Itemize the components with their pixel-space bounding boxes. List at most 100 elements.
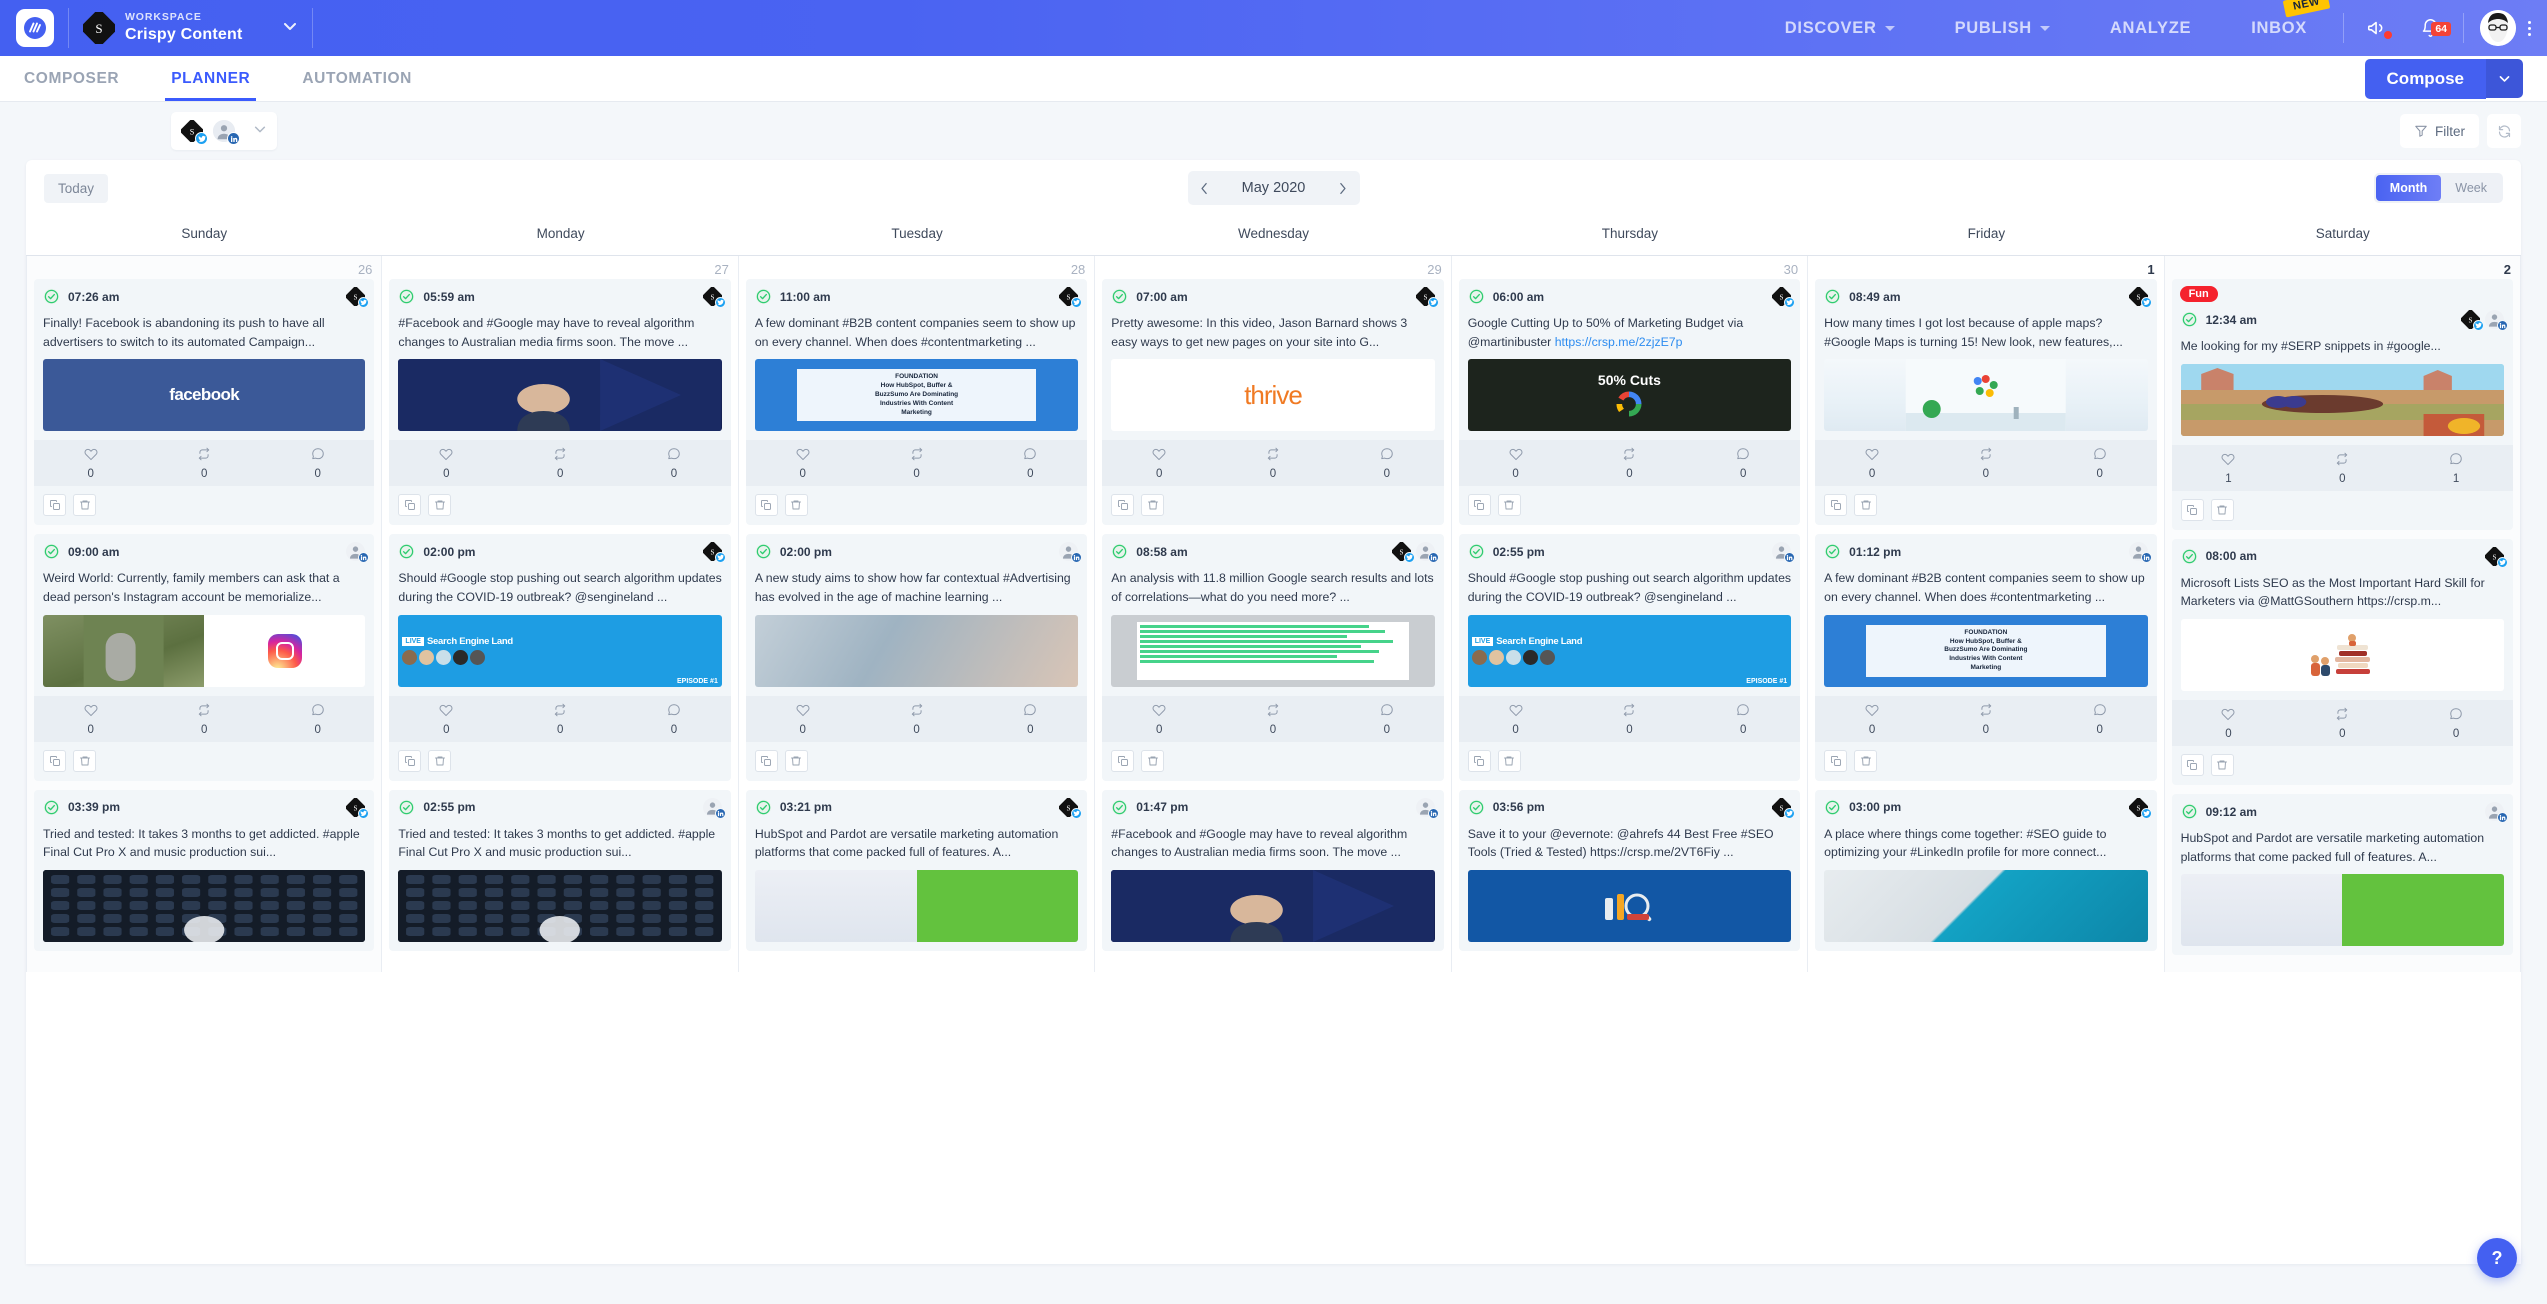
next-month-button[interactable] bbox=[1326, 171, 1360, 205]
compose-button[interactable]: Compose bbox=[2364, 58, 2486, 99]
duplicate-post-button[interactable] bbox=[754, 494, 778, 517]
post-card[interactable]: 07:26 am S Finally! Facebook is abandoning… bbox=[34, 279, 375, 526]
workspace-info: WORKSPACE Crispy Content bbox=[125, 12, 242, 43]
post-card[interactable]: 09:12 am HubSpot and Pardot are versatile… bbox=[2171, 794, 2513, 956]
nav-item-inbox[interactable]: INBOX NEW bbox=[2221, 0, 2337, 56]
duplicate-post-button[interactable] bbox=[1467, 494, 1491, 517]
view-week-button[interactable]: Week bbox=[2441, 175, 2501, 201]
duplicate-post-button[interactable] bbox=[1111, 749, 1135, 772]
duplicate-post-button[interactable] bbox=[1824, 749, 1848, 772]
delete-post-button[interactable] bbox=[2210, 498, 2234, 521]
calendar-day-friday[interactable]: 1 08:49 am S How many times I got lost beca… bbox=[1808, 256, 2165, 973]
post-card[interactable]: 08:00 am S Microsoft Lists SEO as the Most… bbox=[2171, 538, 2513, 786]
post-card[interactable]: 03:56 pm S Save it to your @evernote: @ahr… bbox=[1458, 789, 1801, 952]
delete-post-button[interactable] bbox=[428, 494, 452, 517]
post-card[interactable]: 08:58 am S An analysis with 11.8 million G… bbox=[1102, 534, 1444, 781]
delete-post-button[interactable] bbox=[73, 749, 96, 772]
previous-month-button[interactable] bbox=[1188, 171, 1222, 205]
tab-planner[interactable]: PLANNER bbox=[165, 56, 257, 101]
delete-post-button[interactable] bbox=[784, 749, 808, 772]
account-avatar-twitter: S bbox=[1391, 541, 1415, 564]
delete-post-button[interactable] bbox=[73, 494, 96, 517]
post-card[interactable]: 02:55 pm Should #Google stop pushing out … bbox=[1458, 534, 1801, 781]
delete-post-button[interactable] bbox=[1854, 749, 1878, 772]
retweets-count: 0 bbox=[556, 468, 564, 481]
post-card[interactable]: 06:00 am S Google Cutting Up to 50% of Mar… bbox=[1458, 279, 1801, 526]
duplicate-post-button[interactable] bbox=[754, 749, 778, 772]
post-card[interactable]: 01:12 pm A few dominant #B2B content comp… bbox=[1815, 534, 2157, 781]
svg-text:S: S bbox=[1399, 549, 1403, 557]
tab-composer[interactable]: COMPOSER bbox=[24, 56, 119, 101]
post-text: HubSpot and Pardot are versatile marketi… bbox=[2180, 831, 2485, 864]
calendar-day-thursday[interactable]: 30 06:00 am S Google Cutting Up to 50% of M… bbox=[1452, 256, 1809, 973]
account-selector[interactable]: S bbox=[171, 112, 277, 150]
stat-likes: 0 bbox=[389, 447, 503, 480]
calendar-day-saturday[interactable]: 2 Fun 12:34 am S Me looking for my #SERP sni… bbox=[2164, 256, 2521, 973]
delete-post-button[interactable] bbox=[1497, 494, 1521, 517]
delete-post-button[interactable] bbox=[1141, 494, 1165, 517]
post-card[interactable]: 01:47 pm #Facebook and #Google may have t… bbox=[1102, 789, 1444, 952]
help-button[interactable]: ? bbox=[2477, 1238, 2517, 1278]
post-card[interactable]: 02:55 pm Tried and tested: It takes 3 mon… bbox=[389, 789, 731, 952]
duplicate-post-button[interactable] bbox=[1824, 494, 1848, 517]
view-month-button[interactable]: Month bbox=[2375, 175, 2442, 201]
duplicate-post-button[interactable] bbox=[1467, 749, 1491, 772]
announcements-button[interactable] bbox=[2350, 17, 2404, 39]
post-card[interactable]: 02:00 pm S Should #Google stop pushing out… bbox=[389, 534, 731, 781]
post-card-header: 03:39 pm S bbox=[34, 790, 374, 823]
filter-button[interactable]: Filter bbox=[2400, 114, 2479, 148]
post-link[interactable]: https://crsp.me/2zjzE7p bbox=[1555, 335, 1683, 349]
post-card[interactable]: 07:00 am S Pretty awesome: In this video, … bbox=[1102, 279, 1444, 526]
post-card[interactable]: 08:49 am S How many times I got lost becau… bbox=[1815, 279, 2157, 526]
post-actions bbox=[2172, 746, 2513, 785]
post-card[interactable]: 09:00 am Weird World: Currently, family m… bbox=[34, 534, 375, 781]
post-card[interactable]: 03:00 pm S A place where things come toget… bbox=[1815, 789, 2157, 952]
retweets-count: 0 bbox=[556, 723, 564, 736]
compose-chevron-down-icon[interactable] bbox=[2486, 59, 2523, 98]
delete-post-button[interactable] bbox=[1497, 749, 1521, 772]
post-accounts: S bbox=[1391, 541, 1439, 564]
duplicate-post-button[interactable] bbox=[1111, 494, 1135, 517]
account-chevron-down-icon[interactable] bbox=[253, 122, 267, 141]
day-number: 1 bbox=[2147, 262, 2155, 277]
likes-count: 0 bbox=[87, 723, 94, 736]
post-media-thrive-logo: thrive bbox=[1111, 359, 1435, 432]
today-button[interactable]: Today bbox=[44, 173, 109, 203]
nav-item-discover[interactable]: DISCOVER bbox=[1755, 0, 1925, 56]
delete-post-button[interactable] bbox=[784, 494, 808, 517]
delete-post-button[interactable] bbox=[428, 749, 452, 772]
workspace-chevron-down-icon[interactable] bbox=[282, 18, 298, 39]
tab-automation[interactable]: AUTOMATION bbox=[302, 56, 412, 101]
post-card[interactable]: 03:21 pm S HubSpot and Pardot are versatil… bbox=[745, 789, 1088, 952]
duplicate-post-button[interactable] bbox=[398, 494, 422, 517]
duplicate-post-button[interactable] bbox=[43, 494, 66, 517]
duplicate-post-button[interactable] bbox=[2180, 498, 2204, 521]
post-text: Me looking for my #SERP snippets in #goo… bbox=[2180, 339, 2441, 353]
duplicate-post-button[interactable] bbox=[43, 749, 66, 772]
calendar-day-monday[interactable]: 27 05:59 am S #Facebook and #Google may hav… bbox=[382, 256, 739, 973]
svg-text:S: S bbox=[95, 21, 102, 36]
delete-post-button[interactable] bbox=[1854, 494, 1878, 517]
duplicate-post-button[interactable] bbox=[2180, 754, 2204, 777]
post-card[interactable]: Fun 12:34 am S Me looking for my #SERP snip… bbox=[2171, 279, 2513, 530]
delete-post-button[interactable] bbox=[2210, 754, 2234, 777]
refresh-button[interactable] bbox=[2487, 114, 2521, 148]
user-avatar[interactable] bbox=[2480, 10, 2516, 46]
calendar-day-tuesday[interactable]: 28 11:00 am S A few dominant #B2B content c… bbox=[739, 256, 1096, 973]
app-logo[interactable] bbox=[16, 9, 54, 47]
post-card[interactable]: 05:59 am S #Facebook and #Google may have … bbox=[389, 279, 731, 526]
nav-item-analyze[interactable]: ANALYZE bbox=[2080, 0, 2221, 56]
nav-item-publish[interactable]: PUBLISH bbox=[1925, 0, 2080, 56]
more-options-icon[interactable] bbox=[2522, 20, 2547, 36]
calendar-day-wednesday[interactable]: 29 07:00 am S Pretty awesome: In this video… bbox=[1095, 256, 1452, 973]
notifications-button[interactable]: 64 bbox=[2404, 18, 2457, 39]
post-card[interactable]: 03:39 pm S Tried and tested: It takes 3 mo… bbox=[34, 789, 375, 952]
retweets-count: 0 bbox=[1982, 468, 1990, 481]
calendar-day-sunday[interactable]: 26 07:26 am S Finally! Facebook is abandoni… bbox=[26, 256, 383, 973]
delete-post-button[interactable] bbox=[1141, 749, 1165, 772]
duplicate-post-button[interactable] bbox=[398, 749, 422, 772]
post-media-phone-teal bbox=[1824, 870, 2148, 943]
post-card[interactable]: 11:00 am S A few dominant #B2B content com… bbox=[745, 279, 1088, 526]
svg-text:S: S bbox=[354, 804, 358, 812]
post-card[interactable]: 02:00 pm A new study aims to show how far… bbox=[745, 534, 1088, 781]
